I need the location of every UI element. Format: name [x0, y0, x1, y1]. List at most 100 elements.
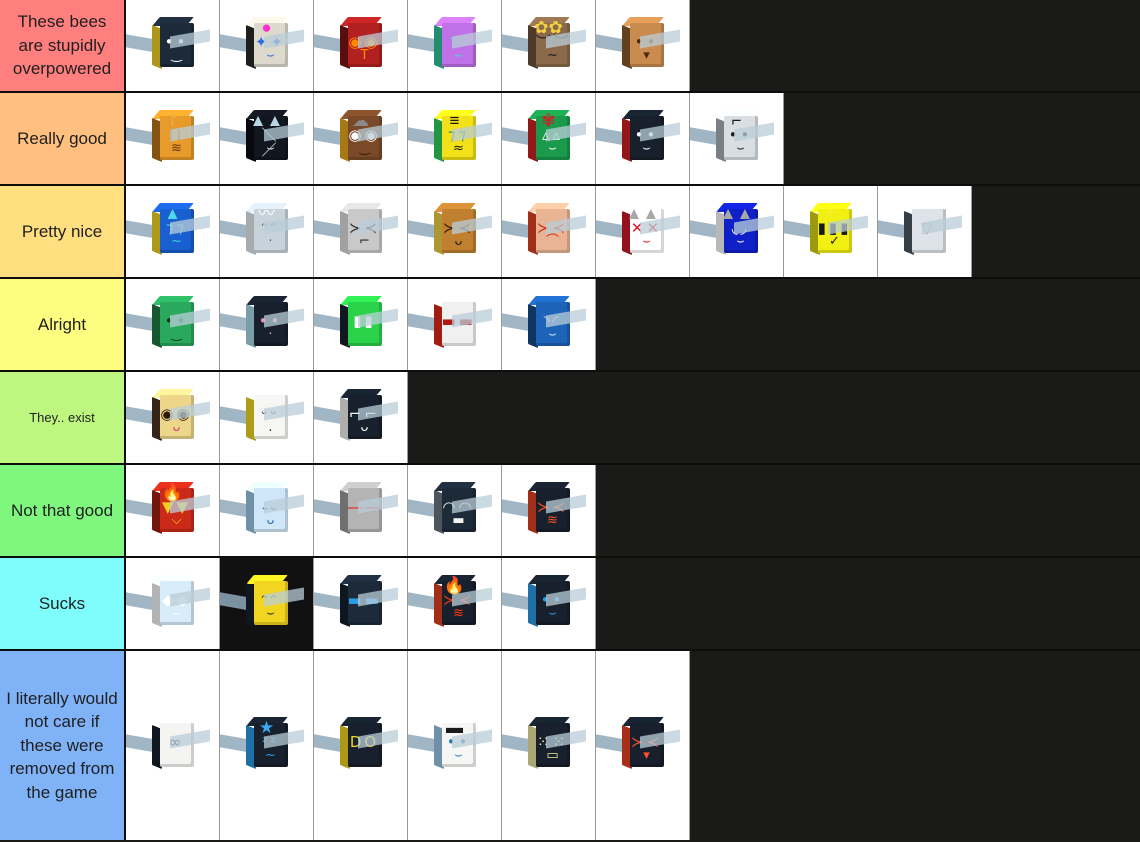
tier-row-empty-dropzone[interactable] — [784, 93, 1140, 184]
tier-item-bumble-bee[interactable]: ⌐⌐ᴗ — [314, 372, 408, 463]
bee-sprite-icon: ▵▵⌣✾ — [502, 104, 588, 174]
tier-item-bubbly-bee[interactable]: ◆◆⌣ — [126, 558, 220, 649]
tier-item-bear-bee[interactable]: ••▾ — [596, 0, 690, 91]
tier-item-demon-bee[interactable]: ＼／⌣▲▲ — [220, 93, 314, 184]
tier-label[interactable]: I literally would not care if these were… — [0, 651, 126, 840]
bee-sprite-icon: ≻≺⌒ — [502, 197, 588, 267]
tier-item-party-bee[interactable]: ⁊⁊~▲ — [126, 186, 220, 277]
tier-item-diamond-bee[interactable]: ―― — [314, 465, 408, 556]
bee-mouth: ≋ — [171, 140, 182, 156]
bee-mouth: ‿ — [359, 140, 370, 156]
tier-item-gummy-bee[interactable]: ••‿ — [126, 0, 220, 91]
tier-item-puppy-bee[interactable]: ◉◉ᴗ — [126, 372, 220, 463]
bee-sprite-icon: ◝◜⌣ — [408, 11, 494, 81]
bee-sprite-icon: ▬▬ — [314, 569, 400, 639]
tier-list-app: TiERMAKER These bees are stupidly overpo… — [0, 0, 1140, 842]
bee-sprite-icon: ▬▬ — [408, 290, 494, 360]
tier-item-photon-bee[interactable]: ◉◉‿☁ — [314, 93, 408, 184]
tier-label[interactable]: Sucks — [0, 558, 126, 649]
bee-mouth: ⌣ — [548, 605, 557, 621]
tier-item-precise-bee[interactable]: ⁊⁊≈≡ — [408, 93, 502, 184]
tier-item-frosty-bee[interactable]: ˵˵ᴗ — [220, 465, 314, 556]
tier-item-bumble-top-hat-bee[interactable]: ••⌣▬ — [408, 651, 502, 840]
bee-sprite-icon: ••· — [220, 290, 306, 360]
bee-sprite-icon: ✕✕⌣▲▲ — [596, 197, 682, 267]
tier-item-rascal-bee[interactable]: ᵔᵔ·〰 — [220, 186, 314, 277]
bee-mouth: ~ — [265, 747, 276, 763]
bee-sprite-icon: ◠◠▬ — [408, 476, 494, 546]
tier-item-crystal-bee[interactable]: ◝◜⌣ — [408, 0, 502, 91]
tier-item-spicy-bee[interactable]: ▽ — [878, 186, 972, 277]
tier-item-bucko-bee[interactable]: ••‿ — [126, 279, 220, 370]
tier-item-basic-bee[interactable]: ∞ — [126, 651, 220, 840]
tier-item-rad-bee[interactable]: ◝◜⌣ — [502, 279, 596, 370]
tier-item-demonic-bee[interactable]: ≻≺≋ — [502, 465, 596, 556]
tier-item-cobalt-bee[interactable]: ▮▮▮✓☀ — [784, 186, 878, 277]
tier-row-empty-dropzone[interactable] — [690, 651, 1140, 840]
tier-item-vector-bee[interactable]: ••⌣ — [596, 93, 690, 184]
tier-item-exhausted-bee[interactable]: ᶻᶻ~★ — [220, 651, 314, 840]
bee-sprite-icon: ᵔᵔ·〰 — [220, 197, 306, 267]
tier-row-empty-dropzone[interactable] — [408, 372, 1140, 463]
tier-row-empty-dropzone[interactable] — [596, 279, 1140, 370]
bee-sprite-icon: ••⌣⌐ — [690, 104, 776, 174]
tier-item-baby-bee[interactable]: ••· — [220, 279, 314, 370]
tier-item-looker-bee[interactable]: ◟◞⌣▲▲ — [690, 186, 784, 277]
bee-sprite-icon: ◝◜⌣ — [502, 290, 588, 360]
bee-mouth: ~ — [547, 47, 558, 63]
bee-mouth: ‿ — [171, 326, 182, 342]
tier-row-empty-dropzone[interactable] — [972, 186, 1140, 277]
bee-sprite-icon: ᵕᵕ. — [220, 383, 306, 453]
tier-item-stripey-bee[interactable]: ⁙⁙▭ — [502, 651, 596, 840]
bee-sprite-icon: ∞ — [126, 711, 212, 781]
tier-item-tabby-bee[interactable]: ⁞⁞≋↾ — [126, 93, 220, 184]
tier-item-brave-bee[interactable]: ▮▮ — [314, 279, 408, 370]
tier-item-stubborn-bee[interactable]: ≻≺⌐ — [314, 186, 408, 277]
tier-item-buoyant-bee[interactable]: ᵔᵔ⌣ — [220, 558, 314, 649]
tier-label[interactable]: Not that good — [0, 465, 126, 556]
tier-item-tadpole-bee[interactable]: ◉◉T — [314, 0, 408, 91]
bee-sprite-icon: ••‿ — [126, 11, 212, 81]
bee-mouth: ▾ — [643, 47, 650, 63]
tier-label[interactable]: These bees are stupidly overpowered — [0, 0, 126, 91]
tier-item-festive-bee[interactable]: ▵▵⌣✾ — [502, 93, 596, 184]
tier-row-empty-dropzone[interactable] — [596, 465, 1140, 556]
bee-sprite-icon: ••⌣ — [502, 569, 588, 639]
tier-label[interactable]: Alright — [0, 279, 126, 370]
bee-mouth: ⌣ — [266, 140, 275, 156]
tier-row-empty-dropzone[interactable] — [596, 558, 1140, 649]
tier-label[interactable]: Pretty nice — [0, 186, 126, 277]
bee-mouth: ~ — [171, 233, 182, 249]
tier-item-riley-bee[interactable]: ≻≺⌒ — [502, 186, 596, 277]
tier-item-bubble-bee[interactable]: ᵕᵕ. — [220, 372, 314, 463]
tier-item-hasty-bee[interactable]: ≻≺≋🔥 — [408, 558, 502, 649]
bee-sprite-icon: ••⌣ — [596, 104, 682, 174]
tier-item-bomber-bee[interactable]: ✕✕⌣▲▲ — [596, 186, 690, 277]
bee-sprite-icon: ◆◆⌣ — [126, 569, 212, 639]
tier-item-cautious-bee[interactable]: ••⌣ — [502, 558, 596, 649]
tier-item-windy-bee[interactable]: ︶︶~✿✿ — [502, 0, 596, 91]
bee-mouth: ▭ — [546, 747, 559, 763]
tier-item-fire-bee[interactable]: ▼▼⌵🔥 — [126, 465, 220, 556]
bee-mouth: ⌒ — [545, 233, 559, 249]
tier-row-empty-dropzone[interactable] — [690, 0, 1140, 91]
tier-label[interactable]: Really good — [0, 93, 126, 184]
tier-item-commander-bee[interactable]: ▬▬ — [314, 558, 408, 649]
bee-mouth: · — [268, 233, 273, 249]
tier-label[interactable]: They.. exist — [0, 372, 126, 463]
tier-item-lion-bee[interactable]: ≻≺ᴗ — [408, 186, 502, 277]
bee-sprite-icon: ≻≺≋ — [502, 476, 588, 546]
tier-item-cool-bee[interactable]: ▬▬ — [408, 279, 502, 370]
bee-sprite-icon: ⁊⁊≈≡ — [408, 104, 494, 174]
bee-mouth: ᴗ — [360, 419, 369, 435]
bee-sprite-icon: ᵔᵔ⌣ — [220, 569, 306, 639]
bee-mouth: · — [268, 326, 273, 342]
tier-row: Sucks◆◆⌣ᵔᵔ⌣▬▬≻≺≋🔥••⌣ — [0, 558, 1140, 651]
tier-row: Alright••‿••·▮▮▬▬◝◜⌣ — [0, 279, 1140, 372]
tier-item-rage-bee[interactable]: ≻≺▾ — [596, 651, 690, 840]
tier-item-vicious-bee[interactable]: ✦✦⌣● — [220, 0, 314, 91]
tier-item-honey-bee[interactable]: DO — [314, 651, 408, 840]
tier-item-shocked-bee[interactable]: ••⌣⌐ — [690, 93, 784, 184]
bee-sprite-icon: ••‿ — [126, 290, 212, 360]
tier-item-tired-bee[interactable]: ◠◠▬ — [408, 465, 502, 556]
